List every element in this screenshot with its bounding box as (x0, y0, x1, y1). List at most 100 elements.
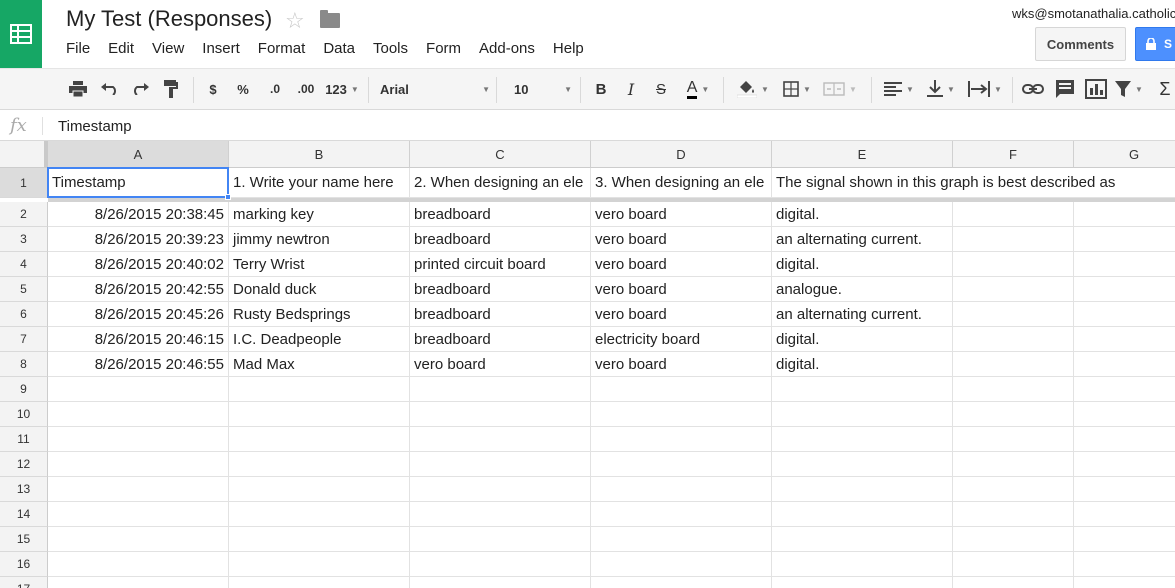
column-header-b[interactable]: B (229, 141, 410, 168)
row-header-10[interactable]: 10 (0, 402, 48, 427)
cell-g8[interactable] (1074, 352, 1175, 377)
row-header-7[interactable]: 7 (0, 327, 48, 352)
cell-b11[interactable] (229, 427, 410, 452)
undo-icon[interactable] (98, 69, 122, 109)
row-header-6[interactable]: 6 (0, 302, 48, 327)
functions-icon[interactable]: Σ (1155, 69, 1175, 109)
cell-b2[interactable]: marking key (229, 202, 410, 227)
font-size-dropdown[interactable]: 10 ▼ (514, 69, 572, 109)
cell-f1[interactable] (953, 168, 1074, 198)
select-all-corner[interactable] (0, 141, 48, 168)
cell-f10[interactable] (953, 402, 1074, 427)
font-family-dropdown[interactable]: Arial ▼ (380, 69, 490, 109)
cell-c16[interactable] (410, 552, 591, 577)
row-header-13[interactable]: 13 (0, 477, 48, 502)
cell-f2[interactable] (953, 202, 1074, 227)
column-header-g[interactable]: G (1074, 141, 1175, 168)
menu-file[interactable]: File (57, 40, 99, 57)
cell-b5[interactable]: Donald duck (229, 277, 410, 302)
cell-c3[interactable]: breadboard (410, 227, 591, 252)
cell-f9[interactable] (953, 377, 1074, 402)
formula-input[interactable]: Timestamp (58, 118, 132, 135)
cell-e10[interactable] (772, 402, 953, 427)
cell-d5[interactable]: vero board (591, 277, 772, 302)
cell-e9[interactable] (772, 377, 953, 402)
cell-a8[interactable]: 8/26/2015 20:46:55 (48, 352, 229, 377)
cell-e6[interactable]: an alternating current. (772, 302, 953, 327)
italic-button[interactable]: I (620, 69, 642, 109)
row-header-14[interactable]: 14 (0, 502, 48, 527)
cell-d10[interactable] (591, 402, 772, 427)
cell-d1[interactable]: 3. When designing an ele (591, 168, 772, 198)
cell-f11[interactable] (953, 427, 1074, 452)
cell-f15[interactable] (953, 527, 1074, 552)
cell-g16[interactable] (1074, 552, 1175, 577)
row-header-4[interactable]: 4 (0, 252, 48, 277)
cell-d8[interactable]: vero board (591, 352, 772, 377)
cell-b17[interactable] (229, 577, 410, 588)
cell-c6[interactable]: breadboard (410, 302, 591, 327)
cell-b13[interactable] (229, 477, 410, 502)
cell-e14[interactable] (772, 502, 953, 527)
cell-a15[interactable] (48, 527, 229, 552)
cell-f17[interactable] (953, 577, 1074, 588)
cell-e7[interactable]: digital. (772, 327, 953, 352)
menu-tools[interactable]: Tools (364, 40, 417, 57)
cell-a11[interactable] (48, 427, 229, 452)
insert-chart-icon[interactable] (1082, 69, 1110, 109)
menu-addons[interactable]: Add-ons (470, 40, 544, 57)
cell-e12[interactable] (772, 452, 953, 477)
row-header-12[interactable]: 12 (0, 452, 48, 477)
cell-c1[interactable]: 2. When designing an ele (410, 168, 591, 198)
cell-a16[interactable] (48, 552, 229, 577)
cell-g15[interactable] (1074, 527, 1175, 552)
cell-a13[interactable] (48, 477, 229, 502)
cell-g2[interactable] (1074, 202, 1175, 227)
cell-d15[interactable] (591, 527, 772, 552)
cell-d16[interactable] (591, 552, 772, 577)
cell-f13[interactable] (953, 477, 1074, 502)
cell-b4[interactable]: Terry Wrist (229, 252, 410, 277)
cell-d3[interactable]: vero board (591, 227, 772, 252)
row-header-2[interactable]: 2 (0, 202, 48, 227)
row-header-1[interactable]: 1 (0, 168, 48, 198)
cell-g12[interactable] (1074, 452, 1175, 477)
menu-format[interactable]: Format (249, 40, 315, 57)
cell-g1[interactable] (1074, 168, 1175, 198)
cell-g4[interactable] (1074, 252, 1175, 277)
cell-b12[interactable] (229, 452, 410, 477)
cell-a1[interactable]: Timestamp (48, 168, 229, 198)
column-header-d[interactable]: D (591, 141, 772, 168)
print-icon[interactable] (66, 69, 90, 109)
increase-decimal-button[interactable]: .00 (293, 69, 319, 109)
cell-d13[interactable] (591, 477, 772, 502)
row-header-17[interactable]: 17 (0, 577, 48, 588)
column-header-f[interactable]: F (953, 141, 1074, 168)
cell-d9[interactable] (591, 377, 772, 402)
bold-button[interactable]: B (590, 69, 612, 109)
cell-f3[interactable] (953, 227, 1074, 252)
row-header-5[interactable]: 5 (0, 277, 48, 302)
cell-b16[interactable] (229, 552, 410, 577)
cell-g13[interactable] (1074, 477, 1175, 502)
cell-b10[interactable] (229, 402, 410, 427)
row-header-16[interactable]: 16 (0, 552, 48, 577)
cell-d11[interactable] (591, 427, 772, 452)
cell-e16[interactable] (772, 552, 953, 577)
cell-e3[interactable]: an alternating current. (772, 227, 953, 252)
cell-a2[interactable]: 8/26/2015 20:38:45 (48, 202, 229, 227)
cell-a6[interactable]: 8/26/2015 20:45:26 (48, 302, 229, 327)
borders-button[interactable]: ▼ (780, 69, 814, 109)
cell-a3[interactable]: 8/26/2015 20:39:23 (48, 227, 229, 252)
cell-g3[interactable] (1074, 227, 1175, 252)
cell-e17[interactable] (772, 577, 953, 588)
cell-g14[interactable] (1074, 502, 1175, 527)
cell-c14[interactable] (410, 502, 591, 527)
cell-g11[interactable] (1074, 427, 1175, 452)
cell-c13[interactable] (410, 477, 591, 502)
cell-a4[interactable]: 8/26/2015 20:40:02 (48, 252, 229, 277)
cell-e8[interactable]: digital. (772, 352, 953, 377)
row-header-15[interactable]: 15 (0, 527, 48, 552)
cell-a10[interactable] (48, 402, 229, 427)
sheets-logo-icon[interactable] (0, 0, 42, 68)
